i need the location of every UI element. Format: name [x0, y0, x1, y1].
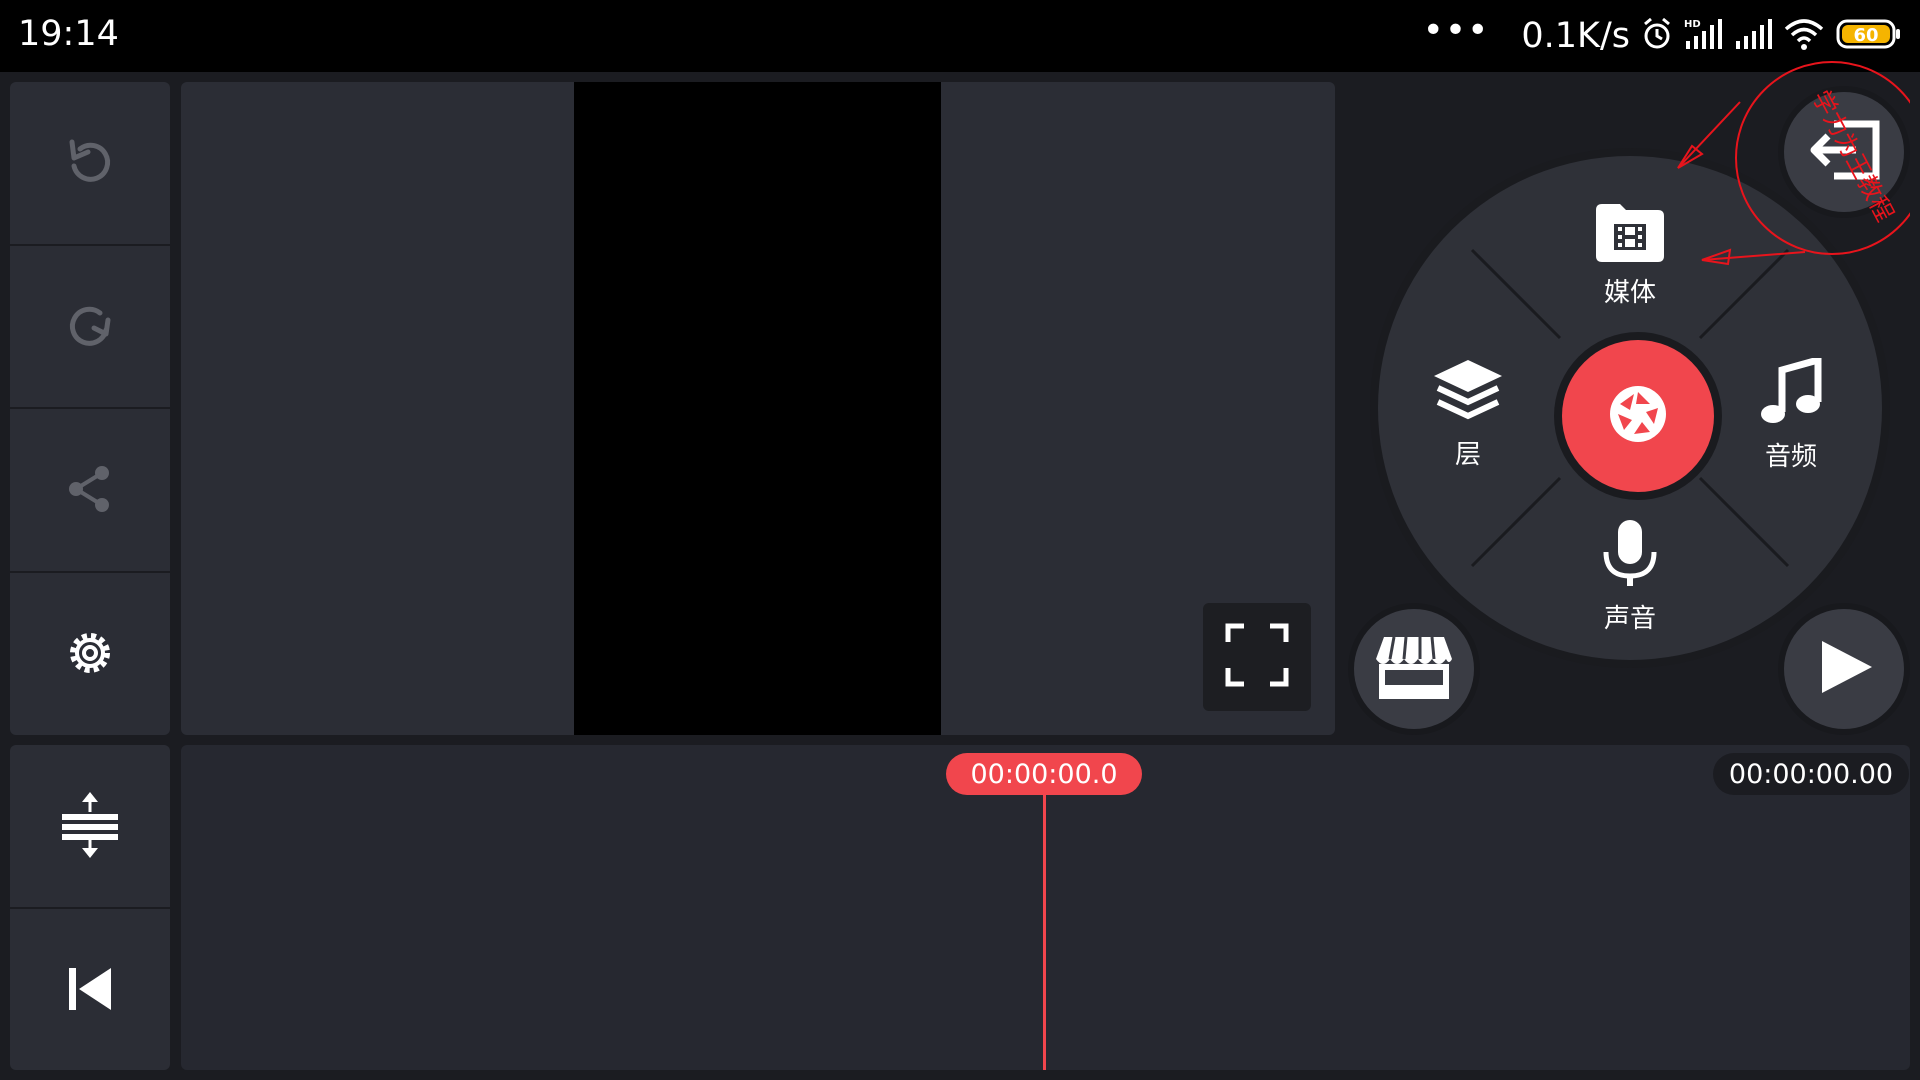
video-preview[interactable]	[181, 82, 1335, 735]
record-button-ring	[1554, 332, 1722, 500]
network-speed: 0.1K/s	[1521, 16, 1630, 56]
layer-label: 层	[1454, 440, 1481, 470]
status-right: ••• 0.1K/s HD 60	[1423, 10, 1902, 62]
kinemaster-editor-screen: 19:14 ••• 0.1K/s HD 60 媒体 层 音频 声音 学力为王教程…	[0, 0, 1920, 1080]
left-toolbar	[10, 82, 170, 735]
media-button[interactable]: 媒体	[1580, 202, 1680, 309]
exit-button-face	[1784, 92, 1904, 212]
undo-icon	[60, 132, 120, 196]
total-time-badge: 00:00:00.00	[1713, 753, 1909, 795]
media-folder-icon	[1594, 202, 1666, 268]
voice-label: 声音	[1603, 604, 1656, 634]
fullscreen-button[interactable]	[1203, 603, 1311, 711]
redo-icon	[60, 296, 120, 360]
music-note-icon	[1760, 355, 1822, 432]
store-icon	[1374, 635, 1454, 703]
expand-timeline-button[interactable]	[10, 745, 170, 908]
exit-icon	[1804, 118, 1884, 186]
settings-button[interactable]	[10, 573, 170, 736]
play-icon	[1812, 635, 1876, 703]
fullscreen-icon	[1224, 622, 1290, 692]
undo-button[interactable]	[10, 82, 170, 245]
audio-label: 音频	[1764, 442, 1817, 472]
playhead[interactable]	[1043, 794, 1046, 1070]
status-more-dots: •••	[1422, 10, 1490, 51]
status-bar: 19:14 ••• 0.1K/s HD 60	[0, 0, 1920, 72]
timeline-toolbar	[10, 745, 170, 1070]
battery-icon: 60	[1836, 17, 1902, 55]
redo-button[interactable]	[10, 246, 170, 409]
radial-menu: 媒体 层 音频 声音	[1370, 148, 1890, 668]
skip-to-start-icon	[65, 964, 115, 1018]
status-time: 19:14	[18, 14, 119, 54]
wifi-icon	[1784, 17, 1824, 55]
expand-timeline-icon	[60, 790, 120, 864]
share-icon	[62, 461, 118, 521]
voice-button[interactable]: 声音	[1575, 518, 1685, 635]
svg-text:HD: HD	[1684, 19, 1701, 30]
media-label: 媒体	[1603, 278, 1656, 308]
play-button[interactable]	[1778, 603, 1910, 735]
hd-signal-icon: HD	[1684, 17, 1722, 55]
audio-button[interactable]: 音频	[1736, 355, 1846, 473]
exit-button[interactable]	[1778, 86, 1910, 218]
radial-menu-disc: 媒体 层 音频 声音	[1378, 156, 1882, 660]
microphone-icon	[1600, 518, 1660, 594]
camera-shutter-icon	[1606, 382, 1670, 450]
signal-icon	[1734, 17, 1772, 55]
current-time-badge: 00:00:00.0	[946, 753, 1142, 795]
preview-canvas	[574, 82, 941, 735]
asset-store-button-face	[1354, 609, 1474, 729]
battery-level: 60	[1853, 25, 1878, 46]
share-button[interactable]	[10, 409, 170, 572]
capture-button[interactable]	[1562, 340, 1714, 492]
settings-icon	[62, 625, 118, 685]
layers-icon	[1432, 358, 1504, 430]
asset-store-button[interactable]	[1348, 603, 1480, 735]
skip-to-start-button[interactable]	[10, 909, 170, 1072]
alarm-icon	[1642, 17, 1672, 55]
play-button-face	[1784, 609, 1904, 729]
layer-button[interactable]: 层	[1418, 358, 1518, 471]
